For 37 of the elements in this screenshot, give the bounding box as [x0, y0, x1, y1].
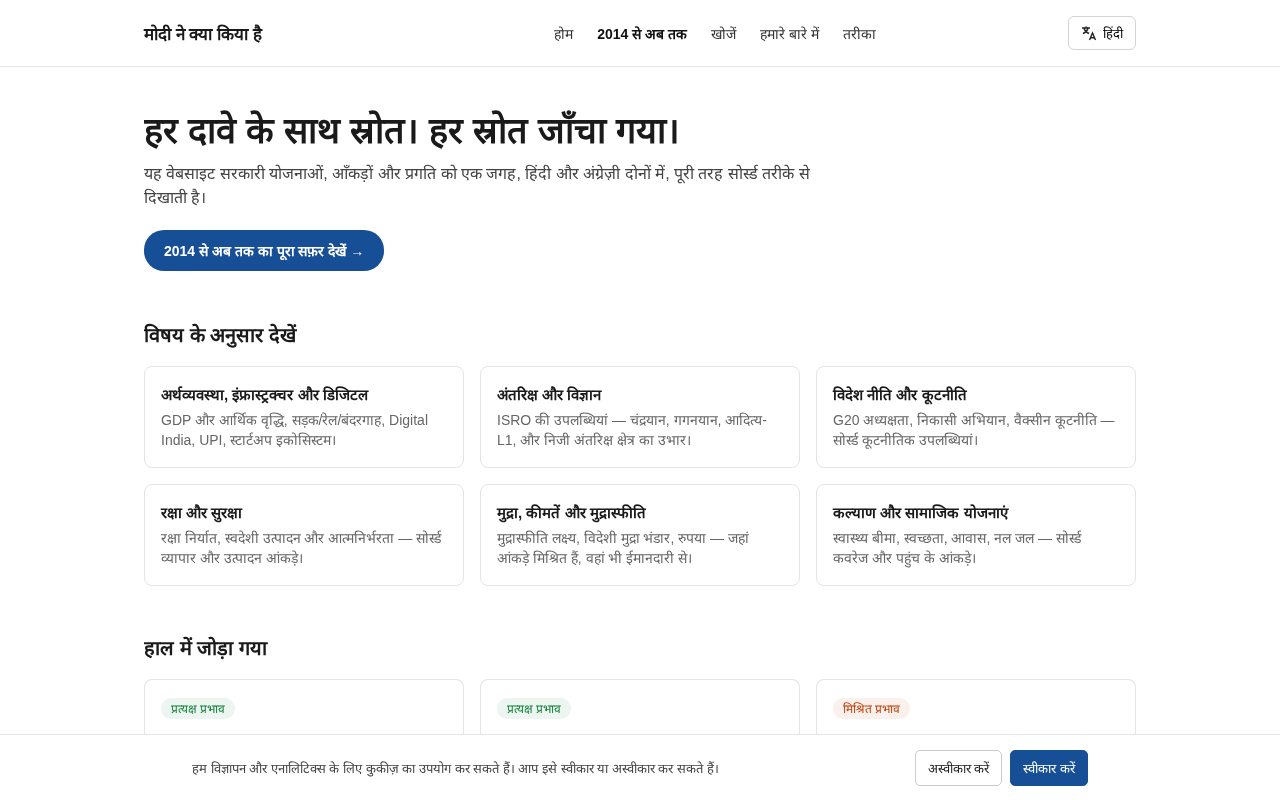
- card-description: मुद्रास्फीति लक्ष्य, विदेशी मुद्रा भंडार, रुपया — जहां आंकड़े मिश्रित हैं, वहां भी ईमानदारी से।: [497, 529, 750, 568]
- card-title: विदेश नीति और कूटनीति: [833, 385, 968, 404]
- hero-subtitle: यह वेबसाइट सरकारी योजनाओं, आँकड़ों और प्रगति को एक जगह, हिंदी और अंग्रेज़ी दोनों में, पूरी तरह सोर्स्ड तरीके से दिखाती है।: [144, 163, 811, 208]
- card-description: G20 अध्यक्षता, निकासी अभियान, वैक्सीन कूटनीति — सोर्स्ड कूटनीतिक उपलब्धियां।: [833, 411, 1116, 450]
- card-description: ISRO की उपलब्धियां — चंद्रयान, गगनयान, आदित्य-L1, और निजी अंतरिक्ष क्षेत्र का उभार।: [497, 411, 768, 450]
- journey-button[interactable]: 2014 से अब तक का पूरा सफ़र देखें →: [144, 230, 385, 271]
- topic-card[interactable]: विदेश नीति और कूटनीति G20 अध्यक्षता, निकासी अभियान, वैक्सीन कूटनीति — सोर्स्ड कूटनीतिक उपलब्धियां।: [816, 366, 1136, 468]
- topic-card[interactable]: मुद्रा, कीमतें और मुद्रास्फीति मुद्रास्फीति लक्ष्य, विदेशी मुद्रा भंडार, रुपया — जहां आंकड़े मिश्रित हैं, वहां भी ईमानदारी से।: [480, 484, 800, 586]
- cookie-button[interactable]: अस्वीकार करें: [914, 749, 1003, 786]
- card-title: रक्षा और सुरक्षा: [161, 503, 244, 522]
- nav-link[interactable]: 2014 से अब तक: [597, 23, 687, 43]
- topic-card[interactable]: अर्थव्यवस्था, इंफ्रास्ट्रक्चर और डिजिटल GDP और आर्थिक वृद्धि, सड़क/रेल/बंदरगाह, Digital India, UPI, स्टार्टअप इकोसिस्टम।: [144, 366, 464, 468]
- cookie-button[interactable]: स्वीकार करें: [1010, 749, 1088, 786]
- impact-tag: प्रत्यक्ष प्रभाव: [161, 698, 236, 719]
- nav-link[interactable]: होम: [554, 23, 574, 43]
- card-title: अर्थव्यवस्था, इंफ्रास्ट्रक्चर और डिजिटल: [161, 385, 370, 404]
- card-description: स्वास्थ्य बीमा, स्वच्छता, आवास, नल जल — सोर्स्ड कवरेज और पहुंच के आंकड़े।: [833, 529, 1083, 568]
- topic-card[interactable]: रक्षा और सुरक्षा रक्षा निर्यात, स्वदेशी उत्पादन और आत्मनिर्भरता — सोर्स्ड व्यापार और उत्पादन आंकड़े।: [144, 484, 464, 586]
- topic-card[interactable]: कल्याण और सामाजिक योजनाएं स्वास्थ्य बीमा, स्वच्छता, आवास, नल जल — सोर्स्ड कवरेज और पहुंच के आंकड़े।: [816, 484, 1136, 586]
- card-title: अंतरिक्ष और विज्ञान: [497, 385, 603, 404]
- site-logo[interactable]: मोदी ने क्या किया है: [144, 21, 262, 45]
- card-title: कल्याण और सामाजिक योजनाएं: [833, 503, 1010, 522]
- card-description: रक्षा निर्यात, स्वदेशी उत्पादन और आत्मनिर्भरता — सोर्स्ड व्यापार और उत्पादन आंकड़े।: [161, 529, 443, 568]
- card-description: GDP और आर्थिक वृद्धि, सड़क/रेल/बंदरगाह, Digital India, UPI, स्टार्टअप इकोसिस्टम।: [161, 411, 429, 450]
- section-heading: हाल में जोड़ा गया: [144, 635, 269, 661]
- nav-link[interactable]: तरीका: [842, 23, 876, 43]
- nav-link[interactable]: हमारे बारे में: [759, 23, 819, 43]
- hero-title: हर दावे के साथ स्रोत। हर स्रोत जाँचा गया।: [144, 109, 681, 153]
- cookie-message: हम विज्ञापन और एनालिटिक्स के लिए कुकीज़ का उपयोग कर सकते हैं। आप इसे स्वीकार या अस्वीकार कर सकते हैं।: [192, 759, 719, 777]
- topic-card[interactable]: अंतरिक्ष और विज्ञान ISRO की उपलब्धियां — चंद्रयान, गगनयान, आदित्य-L1, और निजी अंतरिक्ष क्षेत्र का उभार।: [480, 366, 800, 468]
- impact-tag: मिश्रित प्रभाव: [833, 698, 911, 719]
- translate-icon: [1081, 25, 1097, 41]
- card-title: मुद्रा, कीमतें और मुद्रास्फीति: [497, 503, 647, 522]
- nav-link[interactable]: खोजें: [710, 23, 736, 43]
- impact-tag: प्रत्यक्ष प्रभाव: [497, 698, 572, 719]
- language-button[interactable]: हिंदी: [1068, 16, 1136, 50]
- section-heading: विषय के अनुसार देखें: [144, 322, 298, 348]
